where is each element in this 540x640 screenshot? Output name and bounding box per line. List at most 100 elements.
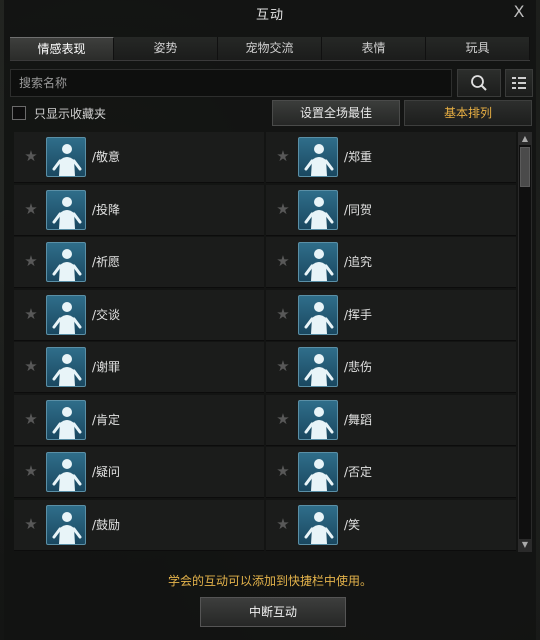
question-accuse-icon	[298, 242, 338, 282]
emote-name: /舞蹈	[344, 412, 373, 427]
search-input[interactable]	[11, 70, 451, 96]
emote-name: /祈愿	[92, 255, 121, 269]
emote-name: /疑问	[92, 465, 121, 479]
emote-name: /笑	[344, 517, 361, 532]
emote-row: ★ /肯定 ★ /舞蹈	[14, 394, 516, 446]
favorites-checkbox[interactable]	[12, 106, 26, 120]
favorite-star-icon[interactable]: ★	[275, 148, 291, 164]
favorite-star-icon[interactable]: ★	[23, 516, 39, 532]
emote-item[interactable]: ★ /疑问	[14, 447, 264, 498]
emote-name: /敬意	[92, 150, 121, 164]
window-title: 互动	[255, 8, 284, 23]
stop-interaction-button[interactable]: 中断互动	[200, 597, 346, 627]
laugh-icon	[298, 504, 338, 545]
bow-icon	[46, 137, 86, 177]
emote-name: /谢罪	[92, 360, 121, 374]
emote-name: /否定	[344, 465, 373, 479]
tab-emotion[interactable]: 情感表现	[10, 37, 114, 60]
favorite-star-icon[interactable]: ★	[275, 253, 291, 269]
view-toggle-button[interactable]	[505, 69, 533, 97]
emote-item[interactable]: ★ /投降	[14, 184, 264, 236]
apologize-icon	[46, 347, 86, 387]
favorite-star-icon[interactable]: ★	[275, 463, 291, 479]
list-view-icon	[512, 77, 526, 89]
search-icon	[471, 75, 487, 91]
deny-icon	[298, 452, 338, 492]
encourage-icon	[46, 504, 86, 545]
emote-item[interactable]: ★ /舞蹈	[266, 394, 516, 446]
scroll-down-icon[interactable]: ▼	[519, 539, 531, 551]
emote-row: ★ /谢罪 ★ /悲伤	[14, 342, 516, 393]
favorite-star-icon[interactable]: ★	[275, 201, 291, 217]
tab-toys[interactable]: 玩具	[426, 37, 530, 60]
tab-bar: 情感表现 姿势 宠物交流 表情 玩具	[10, 37, 530, 61]
favorite-star-icon[interactable]: ★	[275, 411, 291, 427]
emote-row: ★ /疑问 ★ /否定	[14, 447, 516, 498]
search-button[interactable]	[457, 69, 501, 97]
emote-name: /肯定	[92, 412, 121, 427]
emote-item[interactable]: ★ /鼓励	[14, 499, 264, 551]
solemn-icon	[298, 137, 338, 177]
tab-pose[interactable]: 姿势	[114, 37, 218, 60]
favorites-label: 只显示收藏夹	[34, 106, 107, 121]
emote-name: /挥手	[344, 307, 373, 322]
scroll-up-icon[interactable]: ▲	[519, 133, 531, 145]
emote-item[interactable]: ★ /交谈	[14, 289, 264, 341]
favorite-star-icon[interactable]: ★	[275, 306, 291, 322]
emote-row: ★ /投降 ★ /同贺	[14, 184, 516, 236]
tab-pet[interactable]: 宠物交流	[218, 37, 322, 60]
emote-item[interactable]: ★ /挥手	[266, 289, 516, 341]
emote-name: /投降	[92, 202, 121, 217]
emote-item[interactable]: ★ /同贺	[266, 184, 516, 236]
emote-item[interactable]: ★ /谢罪	[14, 342, 264, 393]
emote-name: /郑重	[344, 150, 373, 164]
doubt-icon	[46, 452, 86, 492]
tab-expression[interactable]: 表情	[322, 37, 426, 60]
affirm-icon	[46, 399, 86, 440]
emote-window: 互动 X 情感表现 姿势 宠物交流 表情 玩具 只显示收藏夹 设置全场最佳 基本…	[4, 0, 536, 640]
favorite-star-icon[interactable]: ★	[23, 358, 39, 374]
dance-icon	[298, 399, 338, 440]
emote-item[interactable]: ★ /郑重	[266, 132, 516, 183]
celebrate-icon	[298, 189, 338, 230]
favorite-star-icon[interactable]: ★	[23, 201, 39, 217]
emote-name: /鼓励	[92, 517, 121, 532]
close-icon[interactable]: X	[510, 3, 528, 21]
scroll-thumb[interactable]	[520, 147, 530, 187]
emote-row: ★ /鼓励 ★ /笑	[14, 499, 516, 551]
talk-icon	[46, 294, 86, 335]
emote-name: /同贺	[344, 202, 373, 217]
titlebar: 互动 X	[4, 0, 536, 26]
favorites-filter: 只显示收藏夹	[12, 104, 106, 122]
emote-item[interactable]: ★ /笑	[266, 499, 516, 551]
emote-row: ★ /祈愿 ★ /追究	[14, 237, 516, 288]
sort-button[interactable]: 基本排列	[404, 100, 532, 126]
emote-name: /交谈	[92, 307, 121, 322]
favorite-star-icon[interactable]: ★	[23, 253, 39, 269]
emote-row: ★ /交谈 ★ /挥手	[14, 289, 516, 341]
favorite-star-icon[interactable]: ★	[275, 358, 291, 374]
emote-item[interactable]: ★ /追究	[266, 237, 516, 288]
emote-list: ★ /敬意 ★ /郑重 ★ /投降 ★ /同贺 ★ /祈愿 ★ /追究 ★ /交谈 ★ /挥手 ★ /谢罪 ★ /悲伤…	[14, 132, 516, 552]
favorite-star-icon[interactable]: ★	[23, 148, 39, 164]
emote-item[interactable]: ★ /敬意	[14, 132, 264, 183]
emote-name: /追究	[344, 255, 373, 269]
sad-icon	[298, 347, 338, 387]
surrender-icon	[46, 189, 86, 230]
favorite-star-icon[interactable]: ★	[275, 516, 291, 532]
emote-item[interactable]: ★ /祈愿	[14, 237, 264, 288]
wave-icon	[298, 294, 338, 335]
set-best-button[interactable]: 设置全场最佳	[272, 100, 400, 126]
emote-item[interactable]: ★ /否定	[266, 447, 516, 498]
hint-text: 学会的互动可以添加到快捷栏中使用。	[167, 574, 372, 588]
emote-name: /悲伤	[344, 360, 373, 374]
emote-item[interactable]: ★ /肯定	[14, 394, 264, 446]
favorite-star-icon[interactable]: ★	[23, 463, 39, 479]
scrollbar[interactable]: ▲ ▼	[518, 132, 532, 552]
emote-row: ★ /敬意 ★ /郑重	[14, 132, 516, 183]
favorite-star-icon[interactable]: ★	[23, 306, 39, 322]
favorite-star-icon[interactable]: ★	[23, 411, 39, 427]
emote-item[interactable]: ★ /悲伤	[266, 342, 516, 393]
pray-icon	[46, 242, 86, 282]
search-box	[10, 69, 452, 97]
